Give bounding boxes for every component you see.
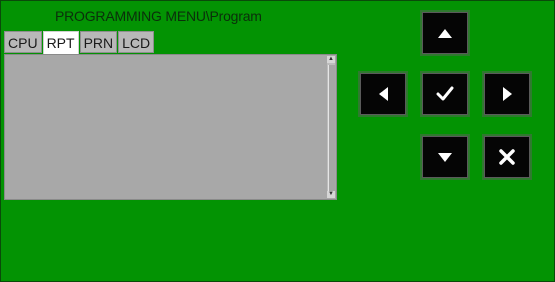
tab-rpt[interactable]: RPT — [42, 31, 79, 55]
right-button[interactable] — [482, 71, 532, 117]
tab-bar: CPU RPT PRN LCD — [4, 31, 155, 55]
tab-cpu[interactable]: CPU — [4, 31, 42, 53]
cancel-button[interactable] — [482, 134, 532, 180]
tab-lcd[interactable]: LCD — [118, 31, 155, 53]
scroll-up-arrow-icon[interactable]: ▲ — [327, 56, 335, 63]
tab-prn[interactable]: PRN — [79, 31, 118, 53]
programming-menu-panel: PROGRAMMING MENU\Program CPU RPT PRN LCD… — [0, 0, 555, 282]
program-list[interactable]: ▲ ▼ — [4, 54, 337, 200]
scroll-thumb[interactable] — [328, 65, 335, 191]
menu-title: PROGRAMMING MENU\Program — [55, 8, 262, 24]
down-button[interactable] — [420, 134, 470, 180]
x-mark-icon — [499, 149, 515, 165]
up-arrow-icon — [438, 28, 452, 38]
scroll-down-arrow-icon[interactable]: ▼ — [327, 191, 335, 198]
up-button[interactable] — [420, 10, 470, 56]
left-arrow-icon — [378, 87, 388, 101]
checkmark-icon — [436, 86, 454, 101]
right-arrow-icon — [502, 87, 512, 101]
down-arrow-icon — [438, 152, 452, 162]
left-button[interactable] — [358, 71, 408, 117]
vertical-scrollbar[interactable]: ▲ ▼ — [327, 56, 335, 198]
ok-button[interactable] — [420, 71, 470, 117]
